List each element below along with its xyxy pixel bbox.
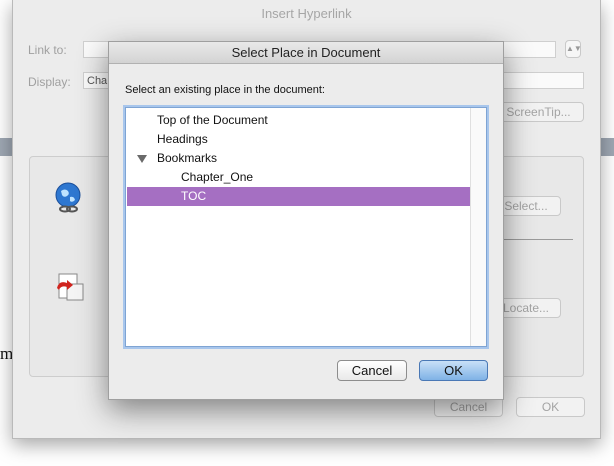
list-item-top-of-document[interactable]: Top of the Document: [127, 111, 470, 130]
place-list[interactable]: Top of the Document Headings Bookmarks C…: [125, 107, 487, 347]
list-scrollbar[interactable]: [470, 108, 486, 346]
list-item-label: Chapter_One: [181, 170, 254, 184]
document-link-icon: [57, 273, 84, 301]
list-item-toc[interactable]: TOC: [127, 187, 470, 206]
link-to-stepper[interactable]: ▲▼: [565, 40, 582, 58]
link-to-label: Link to:: [28, 43, 67, 57]
list-item-label: TOC: [181, 189, 207, 203]
outer-cancel-button[interactable]: Cancel: [434, 397, 503, 417]
screentip-button[interactable]: ScreenTip...: [493, 102, 584, 122]
select-place-dialog: Select Place in Document Select an exist…: [108, 41, 504, 400]
display-label: Display:: [28, 75, 71, 89]
cancel-button[interactable]: Cancel: [337, 360, 407, 381]
select-place-prompt: Select an existing place in the document…: [125, 84, 325, 96]
ok-button[interactable]: OK: [419, 360, 488, 381]
select-place-title: Select Place in Document: [109, 42, 503, 64]
list-item-chapter-one[interactable]: Chapter_One: [127, 168, 470, 187]
list-item-label: Bookmarks: [157, 151, 218, 165]
globe-link-icon: [55, 182, 81, 213]
list-item-bookmarks[interactable]: Bookmarks: [127, 149, 470, 168]
list-item-label: Top of the Document: [157, 113, 268, 127]
list-item-label: Headings: [157, 132, 208, 146]
disclosure-triangle-icon[interactable]: [137, 155, 147, 163]
dialog-title: Insert Hyperlink: [261, 6, 352, 21]
outer-ok-button[interactable]: OK: [516, 397, 585, 417]
list-item-headings[interactable]: Headings: [127, 130, 470, 149]
